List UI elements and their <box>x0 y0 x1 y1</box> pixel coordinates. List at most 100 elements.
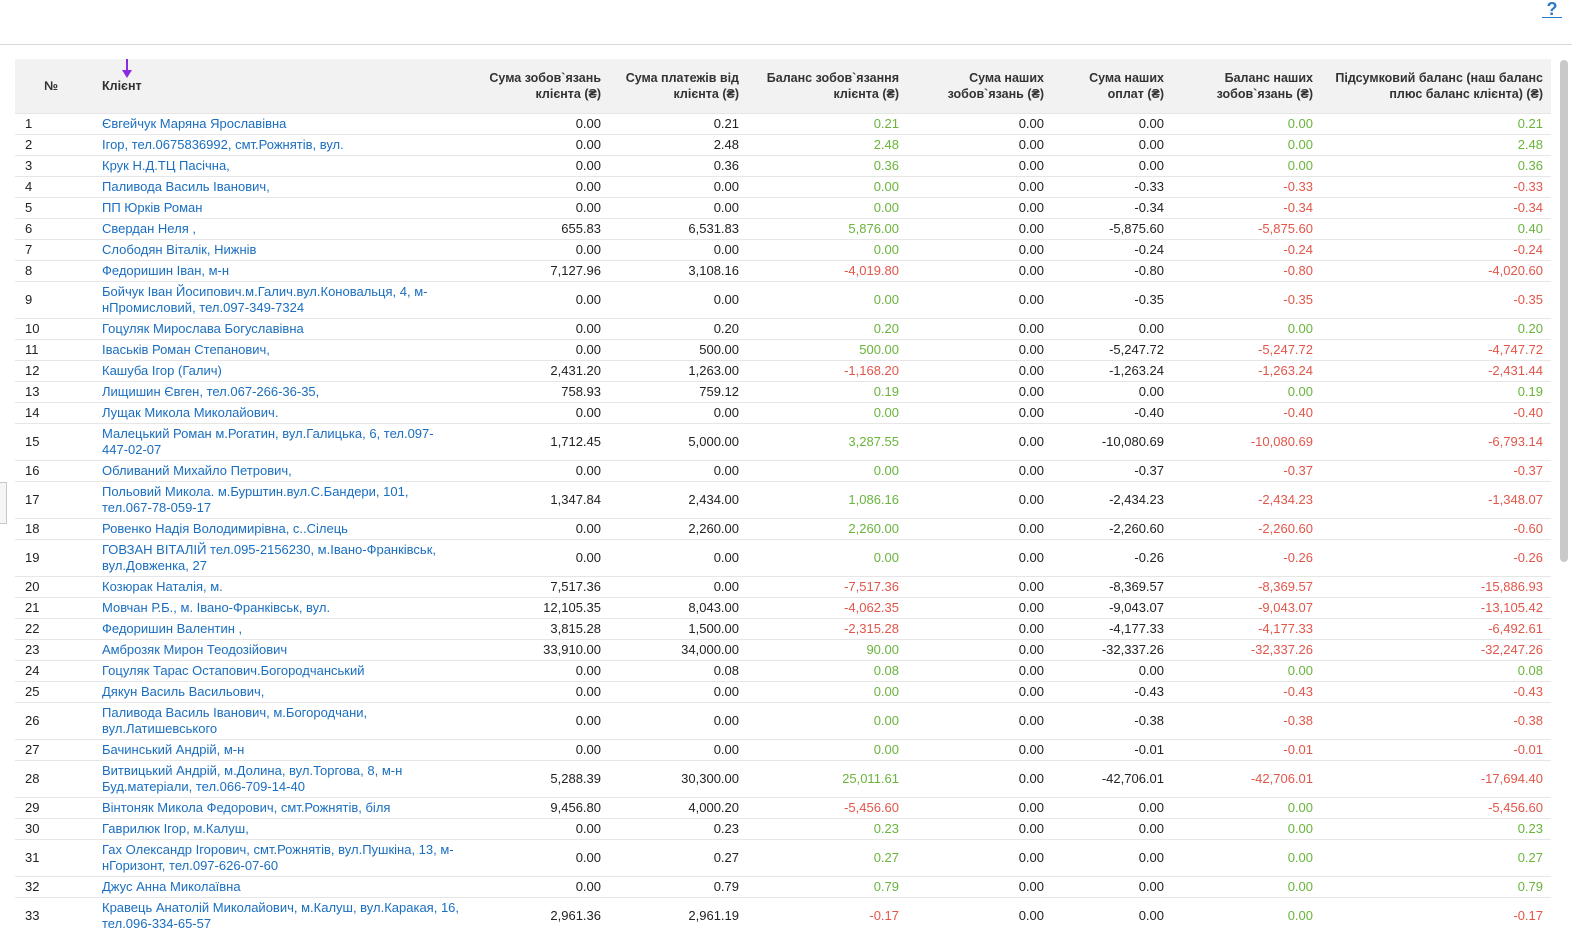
table-row[interactable]: 7 Слободян Віталік, Нижнів 0.00 0.00 0.00 0.0… <box>15 238 1551 260</box>
table-row[interactable]: 4 Паливода Василь Іванович, 0.00 0.00 0.00 0.… <box>15 175 1551 197</box>
client-link[interactable]: Свердан Неля , <box>102 221 196 236</box>
client-link[interactable]: Лущак Микола Миколайович. <box>102 405 278 420</box>
cell-client-name: Євгейчук Маряна Ярославівна <box>87 112 467 134</box>
cell-client-payments: 0.00 <box>609 280 747 318</box>
table-row[interactable]: 3 Крук Н.Д.ТЦ Пасічна, 0.00 0.36 0.36 0.00 0.0… <box>15 154 1551 176</box>
client-link[interactable]: Гах Олександр Ігорович, смт.Рожнятів, ву… <box>102 842 454 873</box>
table-row[interactable]: 19 ГОВЗАН ВІТАЛІЙ тел.095-2156230, м.Іван… <box>15 538 1551 576</box>
cell-our-payments: -0.33 <box>1052 175 1172 197</box>
table-row[interactable]: 2 Ігор, тел.0675836992, смт.Рожнятів, вул… <box>15 133 1551 155</box>
client-link[interactable]: Мовчан Р.Б., м. Івано-Франківськ, вул. <box>102 600 330 615</box>
table-row[interactable]: 11 Іваськів Роман Степанович, 0.00 500.00 50… <box>15 338 1551 360</box>
client-link[interactable]: Крук Н.Д.ТЦ Пасічна, <box>102 158 230 173</box>
cell-our-payments: 0.00 <box>1052 659 1172 681</box>
cell-total-balance: -17,694.40 <box>1321 759 1551 797</box>
client-link[interactable]: Слободян Віталік, Нижнів <box>102 242 256 257</box>
col-header-client-payments[interactable]: Сума платежів від клієнта (₴) <box>609 59 747 113</box>
client-link[interactable]: Федоришин Іван, м-н <box>102 263 229 278</box>
table-row[interactable]: 14 Лущак Микола Миколайович. 0.00 0.00 0.00 0… <box>15 401 1551 423</box>
table-row[interactable]: 12 Кашуба Ігор (Галич) 2,431.20 1,263.00 -1,… <box>15 359 1551 381</box>
col-header-client[interactable]: Клієнт <box>87 59 467 113</box>
cell-total-balance: 0.40 <box>1321 217 1551 239</box>
cell-our-payments: -0.37 <box>1052 459 1172 481</box>
col-header-our-balance[interactable]: Баланс наших зобов`язань (₴) <box>1172 59 1321 113</box>
table-row[interactable]: 28 Витвицький Андрій, м.Долина, вул.Торго… <box>15 759 1551 797</box>
client-link[interactable]: Кашуба Ігор (Галич) <box>102 363 222 378</box>
table-row[interactable]: 13 Лищишин Євген, тел.067-266-36-35, 758.9… <box>15 380 1551 402</box>
table-row[interactable]: 9 Бойчук Іван Йосипович.м.Галич.вул.Конов… <box>15 280 1551 318</box>
client-link[interactable]: Польовий Микола. м.Бурштин.вул.С.Бандери… <box>102 484 408 515</box>
side-panel-handle[interactable] <box>0 482 7 524</box>
cell-total-balance: -1,348.07 <box>1321 480 1551 518</box>
cell-our-payments: 0.00 <box>1052 896 1172 934</box>
table-body: 1 Євгейчук Маряна Ярославівна 0.00 0.21 0.21… <box>15 112 1551 934</box>
table-row[interactable]: 21 Мовчан Р.Б., м. Івано-Франківськ, вул.… <box>15 596 1551 618</box>
cell-our-payments: 0.00 <box>1052 817 1172 839</box>
cell-client-payments: 2,434.00 <box>609 480 747 518</box>
table-row[interactable]: 26 Паливода Василь Іванович, м.Богородчан… <box>15 701 1551 739</box>
col-header-total-balance[interactable]: Підсумковий баланс (наш баланс плюс бала… <box>1321 59 1551 113</box>
table-row[interactable]: 24 Гоцуляк Тарас Остапович.Богородчанськи… <box>15 659 1551 681</box>
table-row[interactable]: 29 Вінтоняк Микола Федорович, смт.Рожняті… <box>15 796 1551 818</box>
client-link[interactable]: Бачинський Андрій, м-н <box>102 742 244 757</box>
client-link[interactable]: Лищишин Євген, тел.067-266-36-35, <box>102 384 319 399</box>
cell-row-number: 29 <box>15 796 87 818</box>
table-row[interactable]: 17 Польовий Микола. м.Бурштин.вул.С.Банде… <box>15 480 1551 518</box>
col-header-our-payments[interactable]: Сума наших оплат (₴) <box>1052 59 1172 113</box>
client-link[interactable]: Гаврилюк Ігор, м.Калуш, <box>102 821 249 836</box>
table-row[interactable]: 15 Малецький Роман м.Рогатин, вул.Галицьк… <box>15 422 1551 460</box>
client-link[interactable]: Малецький Роман м.Рогатин, вул.Галицька,… <box>102 426 434 457</box>
table-row[interactable]: 25 Дякун Василь Васильович, 0.00 0.00 0.00 0.… <box>15 680 1551 702</box>
table-row[interactable]: 16 Обливаний Михайло Петрович, 0.00 0.00 0.0… <box>15 459 1551 481</box>
client-link[interactable]: Євгейчук Маряна Ярославівна <box>102 116 286 131</box>
client-link[interactable]: Паливода Василь Іванович, <box>102 179 270 194</box>
table-row[interactable]: 18 Ровенко Надія Володимирівна, с..Сілець… <box>15 517 1551 539</box>
client-link[interactable]: Дякун Василь Васильович, <box>102 684 264 699</box>
col-header-client-balance[interactable]: Баланс зобов`язання клієнта (₴) <box>747 59 907 113</box>
client-link[interactable]: Витвицький Андрій, м.Долина, вул.Торгова… <box>102 763 402 794</box>
table-row[interactable]: 8 Федоришин Іван, м-н 7,127.96 3,108.16 -4,0… <box>15 259 1551 281</box>
client-link[interactable]: Гоцуляк Мирослава Богуславівна <box>102 321 304 336</box>
cell-our-payments: -0.38 <box>1052 701 1172 739</box>
table-row[interactable]: 20 Козюрак Наталія, м. 7,517.36 0.00 -7,517.… <box>15 575 1551 597</box>
client-link[interactable]: Паливода Василь Іванович, м.Богородчани,… <box>102 705 367 736</box>
cell-client-obligations: 0.00 <box>467 196 609 218</box>
cell-client-balance: 0.19 <box>747 380 907 402</box>
client-link[interactable]: Обливаний Михайло Петрович, <box>102 463 292 478</box>
table-row[interactable]: 30 Гаврилюк Ігор, м.Калуш, 0.00 0.23 0.23 0.0… <box>15 817 1551 839</box>
vertical-scrollbar[interactable] <box>1560 60 1568 562</box>
client-link[interactable]: Вінтоняк Микола Федорович, смт.Рожнятів,… <box>102 800 390 815</box>
cell-row-number: 7 <box>15 238 87 260</box>
client-link[interactable]: Ігор, тел.0675836992, смт.Рожнятів, вул. <box>102 137 344 152</box>
table-row[interactable]: 31 Гах Олександр Ігорович, смт.Рожнятів, … <box>15 838 1551 876</box>
client-link[interactable]: Козюрак Наталія, м. <box>102 579 223 594</box>
col-header-number[interactable]: № <box>15 59 87 113</box>
col-header-our-obligations[interactable]: Сума наших зобов`язань (₴) <box>907 59 1052 113</box>
cell-client-obligations: 0.00 <box>467 680 609 702</box>
client-link[interactable]: Гоцуляк Тарас Остапович.Богородчанський <box>102 663 365 678</box>
table-row[interactable]: 32 Джус Анна Миколаївна 0.00 0.79 0.79 0.00 0.… <box>15 875 1551 897</box>
client-link[interactable]: Амброзяк Мирон Теодозійович <box>102 642 287 657</box>
table-row[interactable]: 22 Федоришин Валентин , 3,815.28 1,500.00 -2… <box>15 617 1551 639</box>
cell-client-name: Гоцуляк Тарас Остапович.Богородчанський <box>87 659 467 681</box>
table-row[interactable]: 27 Бачинський Андрій, м-н 0.00 0.00 0.00 0.00… <box>15 738 1551 760</box>
client-link[interactable]: Федоришин Валентин , <box>102 621 242 636</box>
cell-client-balance: -7,517.36 <box>747 575 907 597</box>
help-icon[interactable]: ? <box>1542 0 1562 20</box>
table-row[interactable]: 33 Кравець Анатолій Миколайович, м.Калуш,… <box>15 896 1551 934</box>
cell-our-balance: 0.00 <box>1172 838 1321 876</box>
table-row[interactable]: 5 ПП Юрків Роман 0.00 0.00 0.00 0.00 -0.34 -0.3… <box>15 196 1551 218</box>
client-link[interactable]: Кравець Анатолій Миколайович, м.Калуш, в… <box>102 900 459 931</box>
client-link[interactable]: Джус Анна Миколаївна <box>102 879 241 894</box>
client-link[interactable]: ПП Юрків Роман <box>102 200 202 215</box>
col-header-client-obligations[interactable]: Сума зобов`язань клієнта (₴) <box>467 59 609 113</box>
table-row[interactable]: 6 Свердан Неля , 655.83 6,531.83 5,876.00 0.0… <box>15 217 1551 239</box>
client-link[interactable]: ГОВЗАН ВІТАЛІЙ тел.095-2156230, м.Івано-… <box>102 542 436 573</box>
cell-our-obligations: 0.00 <box>907 638 1052 660</box>
table-row[interactable]: 1 Євгейчук Маряна Ярославівна 0.00 0.21 0.21… <box>15 112 1551 134</box>
table-row[interactable]: 23 Амброзяк Мирон Теодозійович 33,910.00 34… <box>15 638 1551 660</box>
client-link[interactable]: Ровенко Надія Володимирівна, с..Сілець <box>102 521 348 536</box>
table-row[interactable]: 10 Гоцуляк Мирослава Богуславівна 0.00 0.20… <box>15 317 1551 339</box>
client-link[interactable]: Іваськів Роман Степанович, <box>102 342 270 357</box>
client-link[interactable]: Бойчук Іван Йосипович.м.Галич.вул.Конова… <box>102 284 428 315</box>
